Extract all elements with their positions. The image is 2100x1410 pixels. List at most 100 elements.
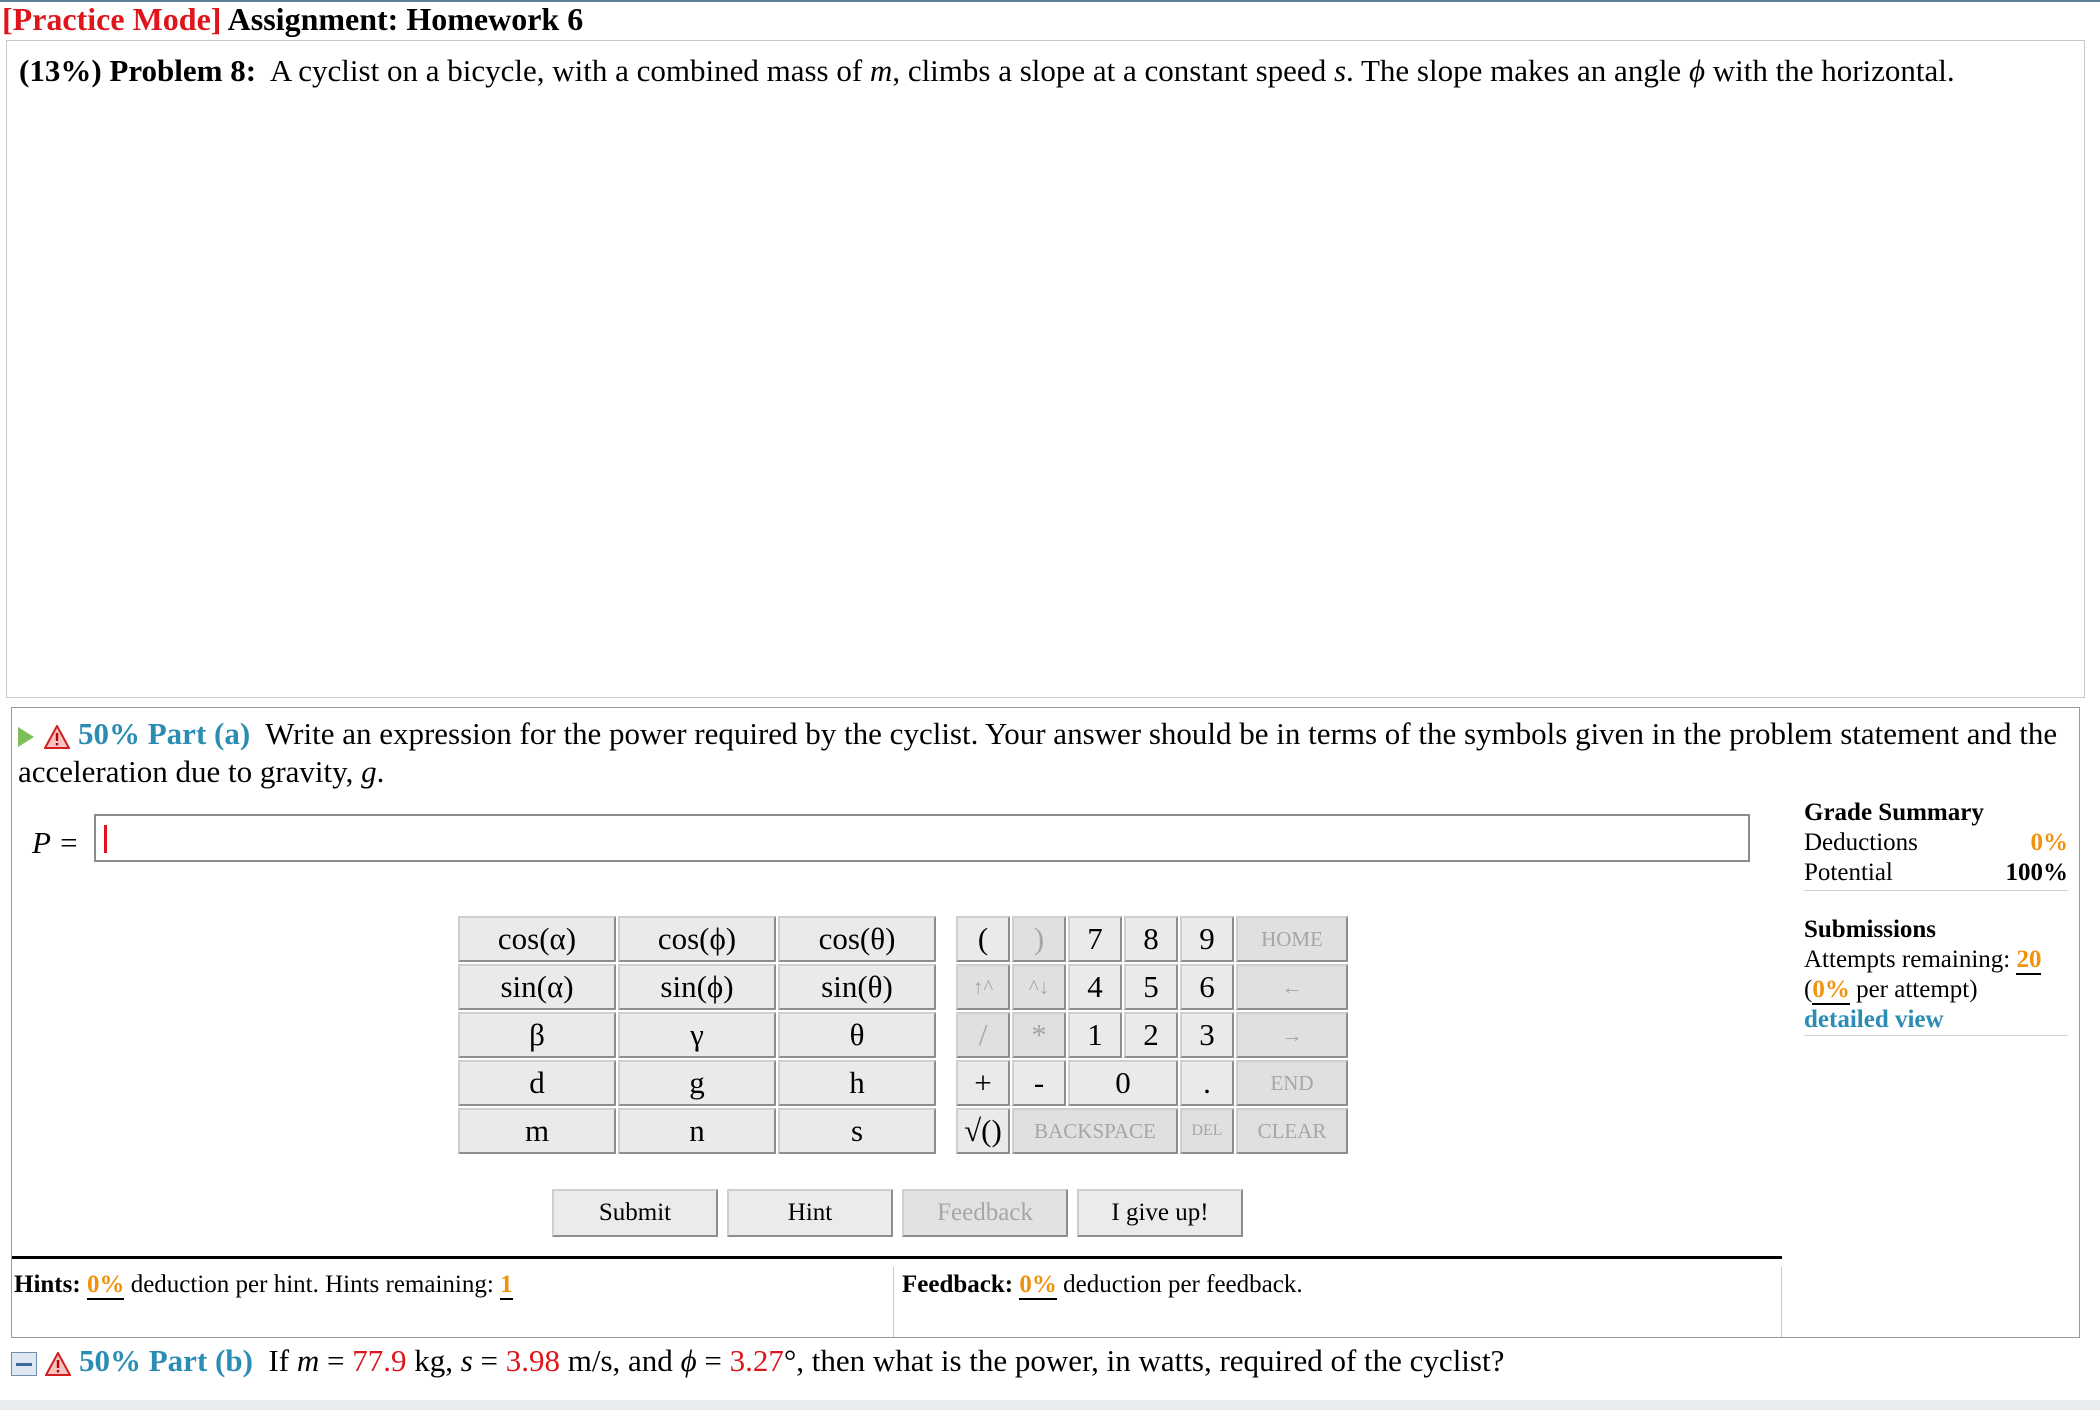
key-sin-phi[interactable]: sin(ϕ) xyxy=(618,964,776,1010)
part-b-s-unit: m/s, and xyxy=(567,1343,673,1378)
key-down-caret[interactable]: ^↓ xyxy=(1012,964,1066,1010)
hints-info: Hints: 0% deduction per hint. Hints rema… xyxy=(14,1267,894,1337)
key-minus[interactable]: - xyxy=(1012,1060,1066,1106)
key-3[interactable]: 3 xyxy=(1180,1012,1234,1058)
part-b-phi-var: ϕ xyxy=(680,1343,697,1378)
per-attempt-row: (0% per attempt) xyxy=(1804,975,2068,1005)
key-up-caret[interactable]: ↑^ xyxy=(956,964,1010,1010)
feedback-label: Feedback: xyxy=(902,1271,1014,1298)
footer-strip xyxy=(0,1400,2100,1410)
key-m[interactable]: m xyxy=(458,1108,616,1154)
key-1[interactable]: 1 xyxy=(1068,1012,1122,1058)
key-cos-theta[interactable]: cos(θ) xyxy=(778,916,936,962)
feedback-deduction: 0% xyxy=(1019,1271,1057,1300)
key-cos-alpha[interactable]: cos(α) xyxy=(458,916,616,962)
problem-text-4: with the horizontal. xyxy=(1712,53,1955,88)
deductions-label: Deductions xyxy=(1804,829,1918,856)
attempts-value: 20 xyxy=(2016,946,2042,975)
play-icon[interactable] xyxy=(18,726,34,747)
key-8[interactable]: 8 xyxy=(1124,916,1178,962)
potential-value: 100% xyxy=(2005,859,2069,886)
key-slash[interactable]: / xyxy=(956,1012,1010,1058)
key-sqrt[interactable]: √() xyxy=(956,1108,1010,1154)
attempts-row: Attempts remaining: 20 xyxy=(1804,945,2068,975)
part-a-panel: 50% Part (a) Write an expression for the… xyxy=(11,707,2080,1338)
key-2[interactable]: 2 xyxy=(1124,1012,1178,1058)
part-b-eq-s: = xyxy=(480,1343,498,1378)
var-m: m xyxy=(869,53,893,88)
detailed-view-link[interactable]: detailed view xyxy=(1804,1006,1944,1033)
key-del[interactable]: DEL xyxy=(1180,1108,1234,1154)
key-end[interactable]: END xyxy=(1236,1060,1348,1106)
problem-statement: (13%) Problem 8: A cyclist on a bicycle,… xyxy=(19,51,1955,91)
key-beta[interactable]: β xyxy=(458,1012,616,1058)
part-b-question: 50% Part (b) If m = 77.9 kg, s = 3.98 m/… xyxy=(11,1341,2080,1401)
var-phi: ϕ xyxy=(1688,53,1705,88)
problem-text-2: , climbs a slope at a constant speed xyxy=(892,53,1327,88)
key-plus[interactable]: + xyxy=(956,1060,1010,1106)
part-b-m-value: 77.9 xyxy=(352,1343,407,1378)
key-n[interactable]: n xyxy=(618,1108,776,1154)
hint-button[interactable]: Hint xyxy=(727,1189,893,1237)
answer-variable: P = xyxy=(32,825,80,860)
give-up-button[interactable]: I give up! xyxy=(1077,1189,1243,1237)
key-d[interactable]: d xyxy=(458,1060,616,1106)
practice-mode-label: [Practice Mode] xyxy=(2,1,222,37)
question-period: . xyxy=(376,754,385,789)
key-open-paren[interactable]: ( xyxy=(956,916,1010,962)
key-gamma[interactable]: γ xyxy=(618,1012,776,1058)
key-7[interactable]: 7 xyxy=(1068,916,1122,962)
hints-remaining: 1 xyxy=(500,1271,513,1300)
key-right-arrow[interactable]: → xyxy=(1236,1012,1348,1058)
key-h[interactable]: h xyxy=(778,1060,936,1106)
key-6[interactable]: 6 xyxy=(1180,964,1234,1010)
hints-label: Hints: xyxy=(14,1271,81,1298)
attempts-label: Attempts remaining: xyxy=(1804,946,2011,973)
key-home[interactable]: HOME xyxy=(1236,916,1348,962)
part-b-if: If xyxy=(268,1343,290,1378)
feedback-info: Feedback: 0% deduction per feedback. xyxy=(902,1267,1782,1337)
key-g[interactable]: g xyxy=(618,1060,776,1106)
answer-input[interactable] xyxy=(94,814,1750,862)
problem-statement-box: (13%) Problem 8: A cyclist on a bicycle,… xyxy=(6,40,2085,698)
hints-deduction: 0% xyxy=(86,1271,125,1300)
potential-label: Potential xyxy=(1804,859,1893,886)
key-clear[interactable]: CLEAR xyxy=(1236,1108,1348,1154)
key-0[interactable]: 0 xyxy=(1068,1060,1178,1106)
key-5[interactable]: 5 xyxy=(1124,964,1178,1010)
part-b-label: 50% Part (b) xyxy=(79,1343,253,1378)
part-b-m-unit: kg, xyxy=(414,1343,453,1378)
per-attempt-value: 0% xyxy=(1812,976,1850,1005)
part-b-phi-value: 3.27 xyxy=(729,1343,784,1378)
problem-text-3: . The slope makes an angle xyxy=(1346,53,1682,88)
answer-label: P = xyxy=(32,823,79,863)
key-left-arrow[interactable]: ← xyxy=(1236,964,1348,1010)
potential-row: Potential 100% xyxy=(1804,858,2068,891)
feedback-button[interactable]: Feedback xyxy=(902,1189,1068,1237)
key-sin-alpha[interactable]: sin(α) xyxy=(458,964,616,1010)
part-b-eq-phi: = xyxy=(704,1343,722,1378)
assignment-title: Assignment: Homework 6 xyxy=(227,1,584,37)
submissions-title: Submissions xyxy=(1804,916,1937,943)
key-cos-phi[interactable]: cos(ϕ) xyxy=(618,916,776,962)
key-9[interactable]: 9 xyxy=(1180,916,1234,962)
key-backspace[interactable]: BACKSPACE xyxy=(1012,1108,1178,1154)
submit-button[interactable]: Submit xyxy=(552,1189,718,1237)
key-theta[interactable]: θ xyxy=(778,1012,936,1058)
hints-feedback-bar: Hints: 0% deduction per hint. Hints rema… xyxy=(12,1256,1782,1337)
var-s: s xyxy=(1333,53,1347,88)
key-sin-theta[interactable]: sin(θ) xyxy=(778,964,936,1010)
key-4[interactable]: 4 xyxy=(1068,964,1122,1010)
feedback-text: deduction per feedback. xyxy=(1063,1271,1303,1298)
collapse-icon[interactable] xyxy=(11,1351,37,1376)
key-dot[interactable]: . xyxy=(1180,1060,1234,1106)
part-b-m-var: m xyxy=(296,1343,320,1378)
key-s[interactable]: s xyxy=(778,1108,936,1154)
key-star[interactable]: * xyxy=(1012,1012,1066,1058)
part-a-label: 50% Part (a) xyxy=(78,716,251,751)
key-close-paren[interactable]: ) xyxy=(1012,916,1066,962)
grade-summary: Grade Summary Deductions 0% Potential 10… xyxy=(1804,798,2068,1036)
part-b-question-text: °, then what is the power, in watts, req… xyxy=(783,1343,1505,1378)
deductions-value: 0% xyxy=(2030,829,2069,856)
warning-icon xyxy=(45,1351,71,1376)
